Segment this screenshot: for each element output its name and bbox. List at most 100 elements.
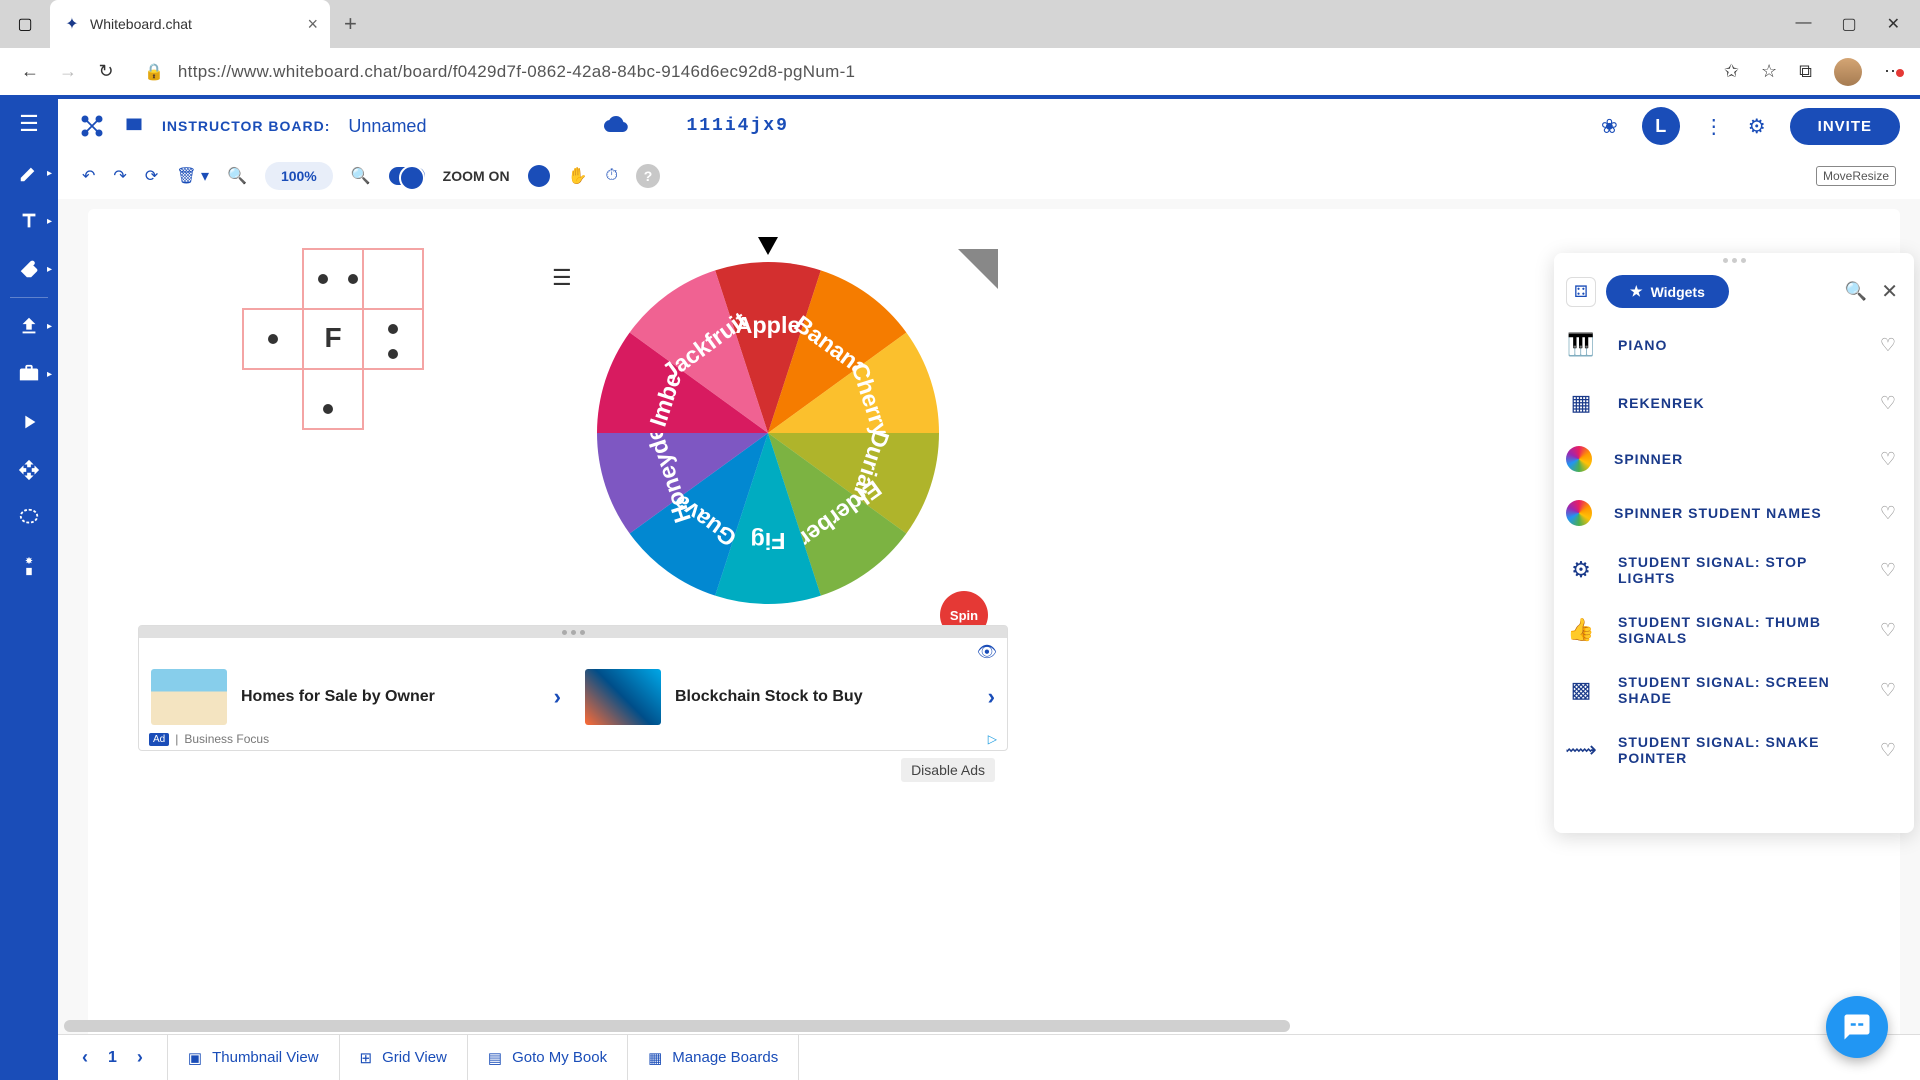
chevron-right-icon[interactable]: › — [554, 684, 561, 710]
board-code[interactable]: 111i4jx9 — [686, 116, 788, 136]
pan-hand-icon[interactable]: ✋ — [568, 166, 588, 186]
spinner-resize-handle[interactable] — [958, 249, 998, 289]
undo-button[interactable]: ↶ — [82, 166, 95, 186]
widget-item[interactable]: SPINNER♡ — [1554, 432, 1914, 486]
widget-item[interactable]: ⚙STUDENT SIGNAL: STOP LIGHTS♡ — [1554, 540, 1914, 600]
invite-button[interactable]: INVITE — [1790, 108, 1900, 145]
hand-raise-tool[interactable] — [0, 542, 58, 590]
help-icon[interactable]: ? — [636, 164, 660, 188]
move-tool[interactable] — [0, 446, 58, 494]
widget-item[interactable]: ⟿STUDENT SIGNAL: SNAKE POINTER♡ — [1554, 720, 1914, 780]
spinner-widget[interactable]: ☰ AppleBananaCherryDurianElderberryFigGu… — [538, 229, 998, 659]
chevron-right-icon[interactable]: › — [988, 684, 995, 710]
maximize-icon[interactable]: ▢ — [1841, 14, 1856, 34]
forward-button[interactable]: → — [56, 61, 80, 82]
widgets-tab[interactable]: ★ Widgets — [1606, 275, 1729, 308]
minimize-icon[interactable]: — — [1795, 14, 1811, 34]
sidebar-menu-button[interactable]: ☰ — [0, 99, 58, 149]
widget-filter-icon[interactable]: ⚃ — [1566, 277, 1596, 307]
move-resize-label[interactable]: MoveResize — [1816, 166, 1896, 186]
ad-drag-handle[interactable] — [139, 626, 1007, 638]
star-icon: ★ — [1630, 283, 1643, 300]
spinner-menu-icon[interactable]: ☰ — [552, 265, 572, 291]
play-tool[interactable] — [0, 398, 58, 446]
redo-button[interactable]: ↷ — [113, 166, 126, 186]
board-name[interactable]: Unnamed — [348, 116, 426, 137]
disable-ads-button[interactable]: Disable Ads — [901, 758, 995, 782]
upload-tool[interactable]: ▸ — [0, 302, 58, 350]
thumbnail-view-button[interactable]: ▣Thumbnail View — [168, 1035, 340, 1080]
manage-boards-button[interactable]: ▦Manage Boards — [628, 1035, 799, 1080]
profile-avatar[interactable] — [1834, 58, 1862, 86]
widget-item[interactable]: ▦REKENREK♡ — [1554, 374, 1914, 432]
panel-drag-handle[interactable] — [1554, 253, 1914, 267]
lasso-tool[interactable] — [0, 494, 58, 542]
read-aloud-icon[interactable]: ✩ — [1724, 61, 1739, 82]
chat-bubble-button[interactable] — [1826, 996, 1888, 1058]
tab-title: Whiteboard.chat — [90, 16, 299, 32]
ad-choices-icon[interactable]: ▷ — [988, 732, 997, 746]
ad-item[interactable]: Homes for Sale by Owner › — [139, 666, 573, 728]
favorite-heart-icon[interactable]: ♡ — [1880, 680, 1896, 701]
piano-icon: 🎹 — [1566, 330, 1596, 360]
menu-icon[interactable]: ⋯ — [1884, 61, 1902, 82]
favorites-icon[interactable]: ☆ — [1761, 61, 1777, 82]
ad-item[interactable]: Blockchain Stock to Buy › — [573, 666, 1007, 728]
user-avatar[interactable]: L — [1642, 107, 1680, 145]
settings-icon[interactable]: ⚙ — [1748, 114, 1766, 139]
back-button[interactable]: ← — [18, 61, 42, 82]
zoom-level[interactable]: 100% — [265, 162, 333, 190]
ad-thumbnail — [585, 669, 661, 725]
favorite-heart-icon[interactable]: ♡ — [1880, 740, 1896, 761]
favorite-heart-icon[interactable]: ♡ — [1880, 560, 1896, 581]
close-window-icon[interactable]: ✕ — [1887, 14, 1900, 34]
favorite-heart-icon[interactable]: ♡ — [1880, 335, 1896, 356]
zoom-in-button[interactable]: 🔍 — [351, 166, 371, 186]
horizontal-scrollbar[interactable] — [64, 1020, 1290, 1032]
favorite-heart-icon[interactable]: ♡ — [1880, 393, 1896, 414]
toolbox-tool[interactable]: ▸ — [0, 350, 58, 398]
widget-item[interactable]: 🎹PIANO♡ — [1554, 316, 1914, 374]
tab-overview-icon[interactable]: ▢ — [17, 14, 32, 34]
rainbow-icon — [1566, 500, 1592, 526]
favorite-heart-icon[interactable]: ♡ — [1880, 503, 1896, 524]
refresh-button[interactable]: ↻ — [94, 61, 118, 82]
pen-tool[interactable]: ▸ — [0, 149, 58, 197]
spinner-wheel[interactable]: AppleBananaCherryDurianElderberryFigGuav… — [588, 253, 948, 613]
zoom-toggle[interactable] — [389, 167, 425, 185]
boards-icon: ▦ — [648, 1049, 662, 1067]
color-picker[interactable] — [528, 165, 550, 187]
widget-label: STUDENT SIGNAL: STOP LIGHTS — [1618, 554, 1858, 586]
timer-icon[interactable]: ⏱ — [605, 167, 617, 185]
pentomino-widget[interactable]: F — [233, 239, 493, 494]
close-panel-icon[interactable]: ✕ — [1877, 279, 1902, 304]
address-bar[interactable]: 🔒 https://www.whiteboard.chat/board/f042… — [132, 62, 1710, 82]
kebab-menu-icon[interactable]: ⋮ — [1704, 114, 1724, 139]
prev-page-button[interactable]: ‹ — [82, 1047, 88, 1068]
eraser-tool[interactable]: ▸ — [0, 245, 58, 293]
goto-book-button[interactable]: ▤Goto My Book — [468, 1035, 628, 1080]
next-page-button[interactable]: › — [137, 1047, 143, 1068]
collections-icon[interactable]: ⧉ — [1799, 61, 1812, 82]
thumbnail-icon: ▣ — [188, 1049, 202, 1067]
thumb-icon: 👍 — [1566, 615, 1596, 645]
grid-icon: ⊞ — [360, 1049, 373, 1067]
flower-icon[interactable]: ❀ — [1601, 114, 1618, 139]
trash-button[interactable]: 🗑 ▾ — [176, 166, 209, 186]
tab-close-icon[interactable]: × — [307, 14, 318, 35]
widget-item[interactable]: 👍STUDENT SIGNAL: THUMB SIGNALS♡ — [1554, 600, 1914, 660]
zoom-out-button[interactable]: 🔍 — [227, 166, 247, 186]
favorite-heart-icon[interactable]: ♡ — [1880, 620, 1896, 641]
ad-visibility-icon[interactable]: 👁 — [139, 638, 1007, 666]
refresh-canvas-button[interactable]: ⟳ — [145, 166, 158, 186]
text-tool[interactable]: ▸ — [0, 197, 58, 245]
widget-item[interactable]: ▩STUDENT SIGNAL: SCREEN SHADE♡ — [1554, 660, 1914, 720]
cloud-save-icon[interactable] — [604, 112, 628, 141]
new-tab-button[interactable]: + — [330, 11, 371, 37]
toolbar: ↶ ↷ ⟳ 🗑 ▾ 🔍 100% 🔍 ZOOM ON ✋ ⏱ ? MoveRes… — [58, 153, 1920, 199]
browser-tab[interactable]: ✦ Whiteboard.chat × — [50, 0, 330, 48]
widget-item[interactable]: SPINNER STUDENT NAMES♡ — [1554, 486, 1914, 540]
favorite-heart-icon[interactable]: ♡ — [1880, 449, 1896, 470]
search-icon[interactable]: 🔍 — [1845, 281, 1867, 302]
grid-view-button[interactable]: ⊞Grid View — [340, 1035, 468, 1080]
